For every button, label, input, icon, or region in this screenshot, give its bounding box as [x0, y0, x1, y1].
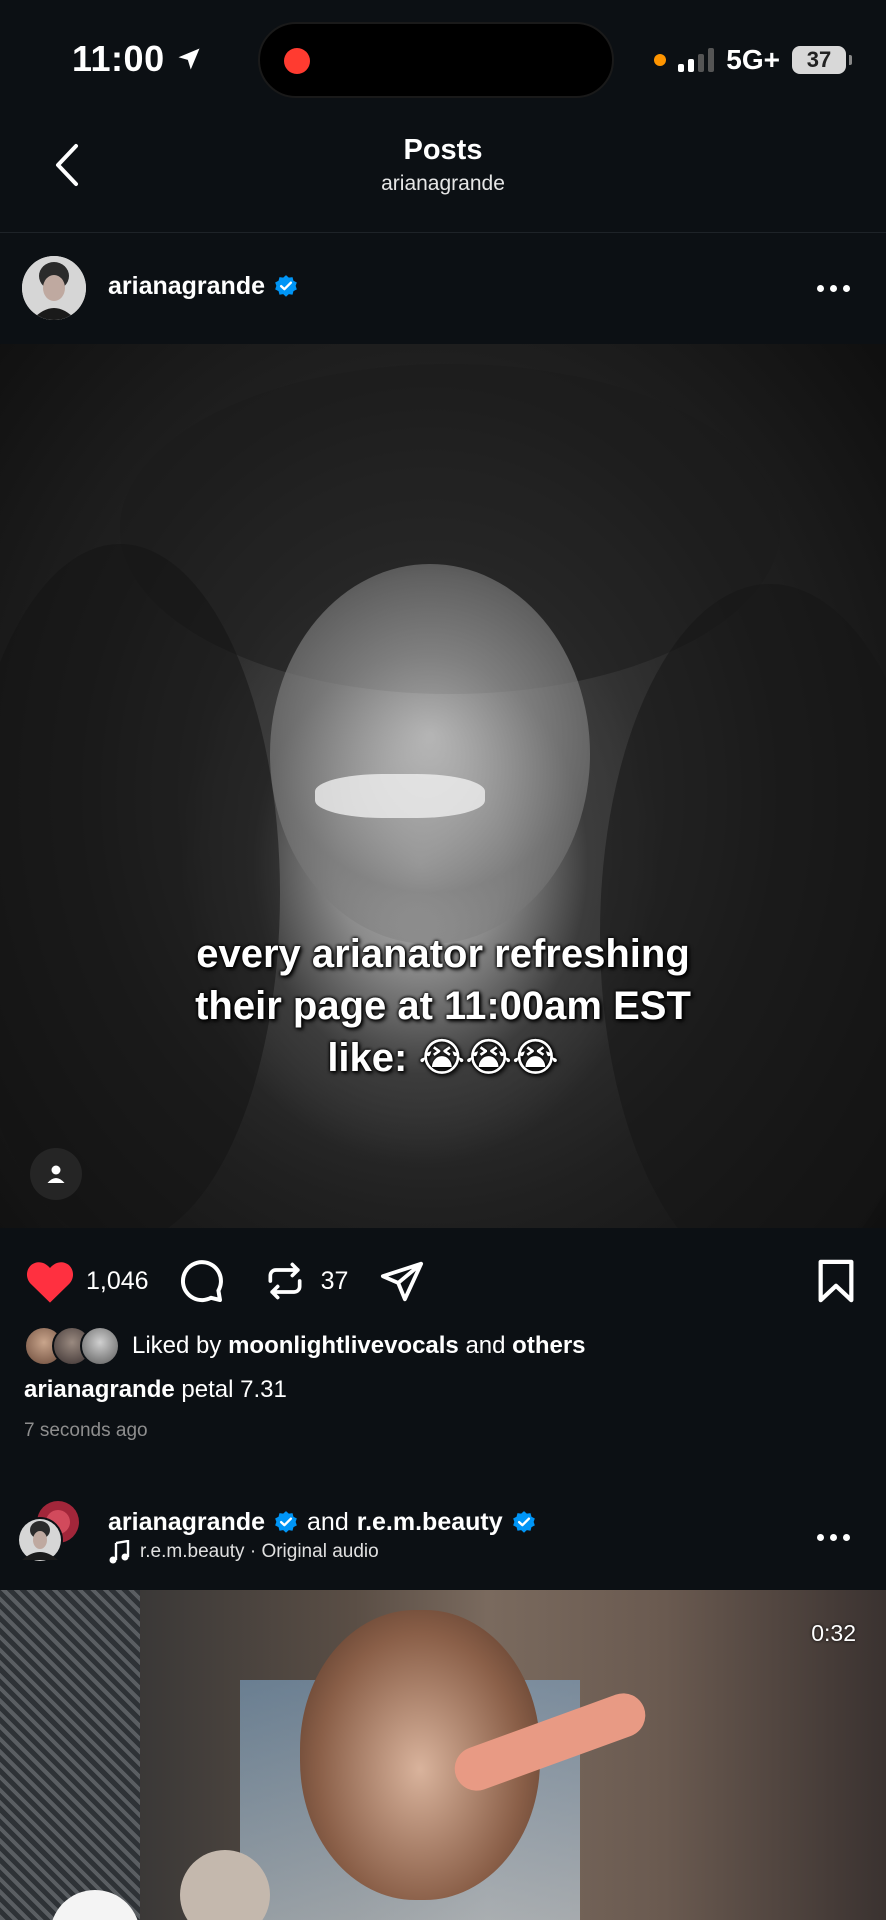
avatar-photo [22, 256, 86, 320]
post-image-caption: every arianator refreshing their page at… [0, 928, 886, 1084]
battery-icon: 37 [792, 46, 852, 74]
privacy-dot-icon [654, 54, 667, 66]
post-author-avatar[interactable] [22, 256, 86, 320]
repost-count[interactable]: 37 [321, 1267, 349, 1296]
post2-author-name[interactable]: arianagrande [108, 1508, 265, 1537]
collab-avatars[interactable] [14, 1500, 84, 1564]
recording-indicator-icon [284, 48, 310, 74]
location-arrow-icon [178, 48, 200, 70]
post2-and: and [307, 1508, 349, 1536]
post2-authors[interactable]: arianagrande and r.e.m.beauty [108, 1508, 537, 1537]
signal-bars-icon [678, 48, 715, 72]
post2-video[interactable] [0, 1590, 886, 1920]
like-count[interactable]: 1,046 [86, 1267, 149, 1296]
verified-badge-icon [275, 274, 297, 297]
repost-icon[interactable] [263, 1257, 307, 1305]
liked-by-avatars [24, 1326, 120, 1366]
liked-by-username[interactable]: moonlightlivevocals [228, 1332, 459, 1360]
audio-label[interactable]: r.e.m.beauty · Original audio [140, 1541, 379, 1563]
post-caption: arianagrande petal 7.31 [24, 1376, 287, 1404]
status-time-text: 11:00 [72, 38, 165, 79]
post-image[interactable] [0, 344, 886, 1228]
caption-text: petal 7.31 [181, 1376, 287, 1403]
share-send-icon[interactable] [378, 1258, 426, 1304]
caption-line-2: their page at 11:00am EST [195, 984, 691, 1028]
liked-by-row[interactable]: Liked by moonlightlivevocals and others [24, 1326, 586, 1366]
verified-badge-icon [512, 1510, 535, 1533]
post-more-options-icon[interactable] [817, 285, 850, 292]
post-actions: 1,046 37 [24, 1256, 426, 1306]
caption-line-1: every arianator refreshing [196, 932, 690, 976]
person-icon [47, 1165, 65, 1183]
collab-avatars-graphic [17, 1501, 79, 1563]
post-author-name[interactable]: arianagrande [108, 272, 265, 301]
tagged-users-button[interactable] [30, 1148, 82, 1200]
dynamic-island [258, 22, 614, 98]
page-subtitle: arianagrande [381, 172, 505, 195]
music-note-icon [109, 1540, 130, 1564]
bookmark-icon[interactable] [816, 1258, 856, 1304]
liked-by-prefix: Liked by [132, 1332, 222, 1359]
liked-by-others[interactable]: others [512, 1332, 585, 1360]
status-time: 11:00 [72, 38, 203, 80]
comment-icon[interactable] [177, 1257, 225, 1305]
caption-author[interactable]: arianagrande [24, 1376, 175, 1403]
status-indicators: 5G+ 37 [654, 44, 852, 76]
network-type: 5G+ [726, 44, 780, 75]
liker-avatar [80, 1326, 120, 1366]
post2-collaborator-name[interactable]: r.e.m.beauty [357, 1508, 503, 1537]
like-heart-icon[interactable] [24, 1257, 76, 1305]
video-mesh-panel [0, 1590, 140, 1920]
post2-more-options-icon[interactable] [817, 1534, 850, 1541]
liked-by-and: and [465, 1332, 506, 1359]
post2-audio[interactable]: r.e.m.beauty · Original audio [108, 1540, 379, 1564]
post-timestamp: 7 seconds ago [24, 1420, 148, 1441]
page-title: Posts [403, 134, 483, 166]
post-author[interactable]: arianagrande [108, 272, 299, 301]
caption-line-3: like: 😭😭😭 [327, 1036, 559, 1080]
battery-level: 37 [806, 47, 832, 72]
verified-badge-icon [275, 1510, 297, 1533]
header-divider [0, 232, 886, 233]
video-duration: 0:32 [811, 1620, 856, 1646]
